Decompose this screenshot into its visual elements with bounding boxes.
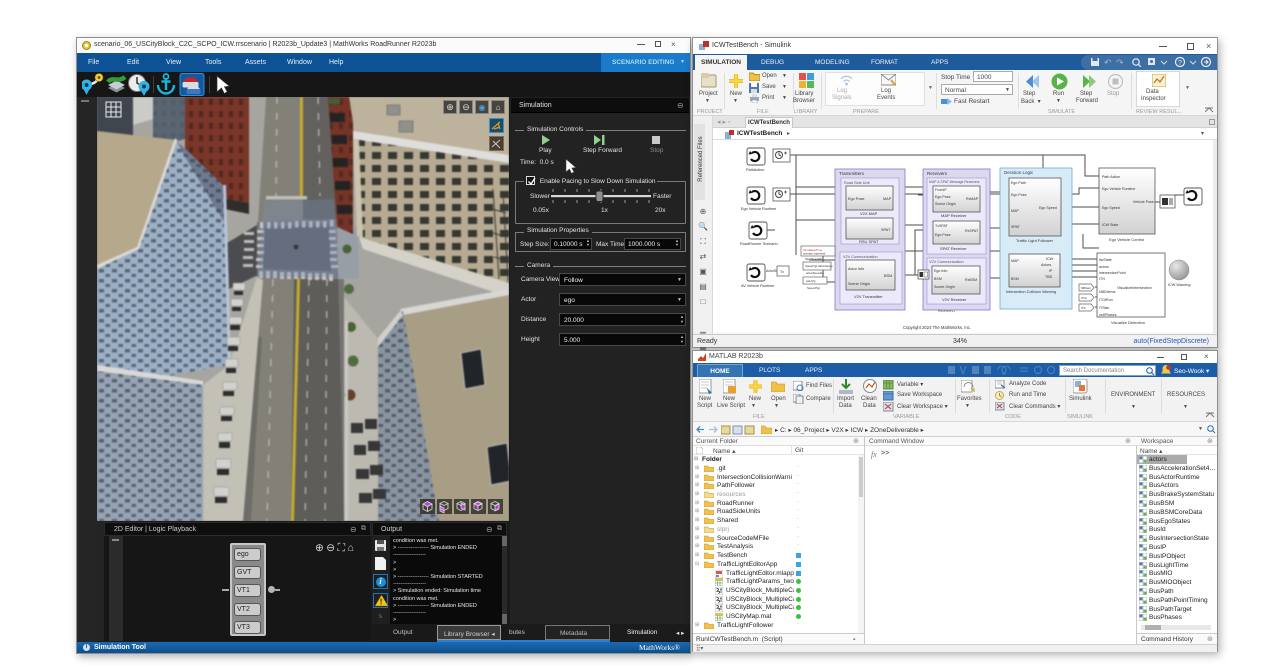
svg-text:usltPhases: usltPhases — [1099, 313, 1117, 317]
svg-text:AV Vehicle Runtime: AV Vehicle Runtime — [741, 284, 774, 288]
svg-text:IP: IP — [1049, 269, 1053, 273]
svg-text:intersectionPoint: intersectionPoint — [1099, 271, 1126, 275]
svg-text:Tx: Tx — [780, 270, 784, 274]
svg-text:Receivers1: Receivers1 — [938, 309, 955, 313]
svg-text:Scene Origin: Scene Origin — [848, 282, 870, 286]
svg-text:actorSpeedLt: actorSpeedLt — [806, 271, 824, 275]
svg-text:NBDItems: NBDItems — [1099, 290, 1116, 294]
svg-text:actors: actors — [1099, 265, 1109, 269]
svg-text:Transmitters: Transmitters — [839, 171, 865, 176]
svg-text:ICW State: ICW State — [1102, 223, 1118, 227]
svg-text:Ego Speed: Ego Speed — [1102, 206, 1120, 210]
svg-text:?: ? — [1178, 60, 1182, 67]
svg-text:ITGtRun: ITGtRun — [1099, 298, 1113, 302]
svg-text:V2V Transmitter: V2V Transmitter — [854, 294, 883, 299]
svg-text:SpeedTgt withChange: SpeedTgt withChange — [805, 264, 833, 268]
svg-text:Ego Pose: Ego Pose — [935, 195, 951, 199]
svg-text:Scene Origin: Scene Origin — [934, 285, 955, 289]
svg-text:Ego Speed: Ego Speed — [1039, 206, 1057, 210]
svg-text:SimTime Rln: SimTime Rln — [805, 257, 822, 261]
svg-text:ICW Warning: ICW Warning — [1168, 283, 1190, 287]
svg-text:Ego Pose: Ego Pose — [1011, 193, 1027, 197]
svg-text:Receivers: Receivers — [927, 171, 948, 176]
svg-text:Path Action: Path Action — [1102, 175, 1120, 179]
svg-text:Actors: Actors — [1041, 263, 1051, 267]
svg-text:V2V Communication: V2V Communication — [929, 260, 964, 264]
svg-text:SPAT Receiver: SPAT Receiver — [940, 246, 967, 251]
svg-text:MAP: MAP — [1011, 259, 1019, 263]
svg-text:TBD: TBD — [1045, 275, 1053, 279]
svg-text:Scene Origin: Scene Origin — [935, 202, 956, 206]
svg-text:SPAT: SPAT — [1011, 225, 1021, 229]
svg-text:Road Side Unit: Road Side Unit — [844, 181, 870, 185]
svg-text:ITSlan: ITSlan — [1099, 306, 1109, 310]
svg-text:RxBSM: RxBSM — [965, 278, 977, 282]
svg-text:RxMAP: RxMAP — [966, 197, 979, 201]
svg-text:Traffic Light Follower: Traffic Light Follower — [1016, 238, 1054, 243]
svg-text:V2V Communication: V2V Communication — [843, 255, 878, 259]
svg-text:V2X MAP: V2X MAP — [860, 211, 878, 216]
svg-text:RoadRunner Scenario: RoadRunner Scenario — [740, 242, 778, 246]
svg-text:Ego Path: Ego Path — [1011, 181, 1026, 185]
svg-text:PathAction: PathAction — [746, 168, 764, 172]
svg-text:ITGt: ITGt — [1081, 296, 1087, 300]
svg-text:BSM: BSM — [884, 274, 892, 278]
svg-text:V2V Receiver: V2V Receiver — [942, 297, 967, 302]
svg-text:Vehicle Pose: Vehicle Pose — [1133, 200, 1154, 204]
svg-text:MAP: MAP — [883, 197, 892, 201]
svg-text:BSM: BSM — [934, 277, 942, 281]
svg-text:SpeedTgt: SpeedTgt — [807, 286, 820, 290]
svg-text:ICW: ICW — [1046, 257, 1054, 261]
svg-text:RxSPAT: RxSPAT — [965, 229, 979, 233]
svg-text:NBItem: NBItem — [1081, 286, 1092, 290]
svg-text:Intersection Collision Warning: Intersection Collision Warning — [1006, 290, 1056, 294]
svg-text:VisualizeIntersection: VisualizeIntersection — [1117, 286, 1152, 290]
svg-text:Ego Info: Ego Info — [934, 269, 947, 273]
svg-text:TxSPAT: TxSPAT — [935, 224, 949, 228]
svg-text:SPAT: SPAT — [881, 228, 891, 232]
svg-text:Visualize Detection: Visualize Detection — [1111, 320, 1145, 325]
svg-text:MAP Receiver: MAP Receiver — [941, 213, 967, 218]
svg-text:MAP & SPAT Message Receivers: MAP & SPAT Message Receivers — [929, 180, 980, 184]
svg-text:Ego Pose: Ego Pose — [848, 197, 864, 201]
svg-text:MAP: MAP — [1011, 209, 1019, 213]
svg-text:BSM: BSM — [1011, 277, 1019, 281]
svg-text:↷: ↷ — [1116, 58, 1124, 68]
svg-text:scenario start/end: scenario start/end — [803, 252, 826, 256]
svg-text:Copyright 2024 The MathWorks,: Copyright 2024 The MathWorks, Inc. — [903, 325, 971, 330]
svg-text:Ego Vehicle Runtime: Ego Vehicle Runtime — [1102, 187, 1135, 191]
svg-text:Ego Vehicle Control: Ego Vehicle Control — [1109, 237, 1144, 242]
svg-text:tlwState: tlwState — [1099, 258, 1112, 262]
svg-text:Ego Pose: Ego Pose — [935, 233, 951, 237]
svg-text:Ego Vehicle Runtime: Ego Vehicle Runtime — [741, 207, 776, 211]
svg-text:!: ! — [380, 598, 383, 607]
svg-text:FromIP: FromIP — [935, 188, 947, 192]
svg-text:↶: ↶ — [1104, 58, 1112, 68]
svg-text:ITN: ITN — [1099, 277, 1105, 281]
svg-text:Decision Logic: Decision Logic — [1004, 170, 1034, 175]
svg-text:RSU SPAT: RSU SPAT — [859, 239, 879, 244]
svg-text:ITS: ITS — [1081, 306, 1086, 310]
svg-text:swLtVty: swLtVty — [806, 279, 816, 283]
svg-text:Actor Info: Actor Info — [848, 267, 864, 271]
